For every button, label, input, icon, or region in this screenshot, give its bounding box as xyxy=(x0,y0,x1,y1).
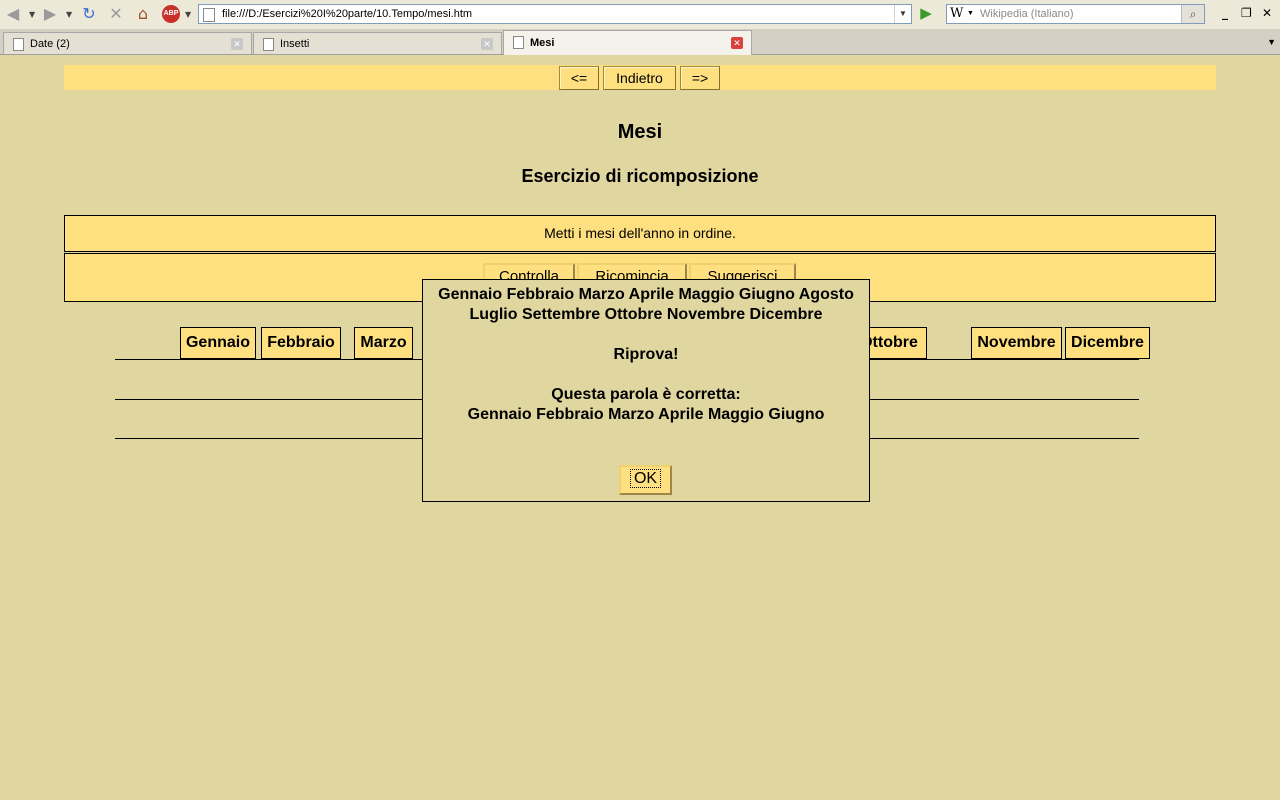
instruction-text: Metti i mesi dell'anno in ordine. xyxy=(64,215,1216,252)
dialog-result: Riprova! xyxy=(613,346,679,363)
close-icon[interactable]: ✕ xyxy=(731,37,743,49)
page-title: Mesi xyxy=(617,121,663,143)
dialog-answer-line1: Gennaio Febbraio Marzo Aprile Maggio Giu… xyxy=(438,286,854,303)
tab-label: Insetti xyxy=(280,38,310,50)
word-tile[interactable]: Novembre xyxy=(971,327,1062,359)
ok-button-label: OK xyxy=(629,469,662,488)
page-icon xyxy=(203,8,215,22)
page-subtitle: Esercizio di ricomposizione xyxy=(521,166,759,186)
ok-button[interactable]: OK xyxy=(619,465,672,495)
tab-date[interactable]: Date (2) ✕ xyxy=(3,32,252,54)
next-button[interactable]: => xyxy=(680,66,720,90)
close-icon[interactable]: ✕ xyxy=(481,38,493,50)
restore-icon[interactable]: ❐ xyxy=(1241,6,1252,20)
word-tile[interactable]: Gennaio xyxy=(180,327,256,359)
close-icon[interactable]: ✕ xyxy=(231,38,243,50)
search-input[interactable]: Wikipedia (Italiano) xyxy=(980,8,1074,20)
address-text[interactable]: file:///D:/Esercizi%20I%20parte/10.Tempo… xyxy=(222,8,472,20)
home-icon[interactable]: ⌂ xyxy=(134,5,152,23)
search-icon[interactable]: ⌕ xyxy=(1181,5,1204,23)
wikipedia-icon[interactable]: W xyxy=(950,6,963,21)
browser-toolbar: ◀ ▼ ▶ ▼ ↻ ✕ ⌂ ABP ▼ file:///D:/Esercizi%… xyxy=(0,0,1280,30)
tab-label: Mesi xyxy=(530,37,555,49)
page-icon xyxy=(513,36,524,49)
stop-icon[interactable]: ✕ xyxy=(107,5,125,23)
dialog-correct-part: Gennaio Febbraio Marzo Aprile Maggio Giu… xyxy=(467,406,825,423)
back-history-chevron-icon[interactable]: ▼ xyxy=(29,10,35,19)
tab-mesi[interactable]: Mesi ✕ xyxy=(503,30,752,55)
tab-label: Date (2) xyxy=(30,38,70,50)
word-tile[interactable]: Dicembre xyxy=(1065,327,1150,359)
address-dropdown-icon[interactable]: ▼ xyxy=(894,5,911,23)
search-engine-chevron-icon[interactable]: ▼ xyxy=(967,10,974,17)
adblock-icon[interactable]: ABP xyxy=(162,5,180,23)
page-icon xyxy=(13,38,24,51)
forward-arrow-icon[interactable]: ▶ xyxy=(41,5,59,23)
page-icon xyxy=(263,38,274,51)
tab-bar: Date (2) ✕ Insetti ✕ Mesi ✕ ▼ xyxy=(0,29,1280,55)
go-icon[interactable]: ▶ xyxy=(917,5,935,23)
address-bar[interactable]: file:///D:/Esercizi%20I%20parte/10.Tempo… xyxy=(198,4,912,24)
close-window-icon[interactable]: ✕ xyxy=(1262,6,1272,20)
tab-insetti[interactable]: Insetti ✕ xyxy=(253,32,502,54)
search-box[interactable]: W ▼ Wikipedia (Italiano) ⌕ xyxy=(946,4,1205,24)
word-tile[interactable]: Marzo xyxy=(354,327,413,359)
tab-list-chevron-icon[interactable]: ▼ xyxy=(1267,37,1276,47)
dialog-correct-label: Questa parola è corretta: xyxy=(551,386,741,403)
forward-history-chevron-icon[interactable]: ▼ xyxy=(66,10,72,19)
adblock-menu-chevron-icon[interactable]: ▼ xyxy=(185,10,191,19)
word-tile[interactable]: Febbraio xyxy=(261,327,341,359)
prev-button[interactable]: <= xyxy=(559,66,599,90)
minimize-icon[interactable]: _ xyxy=(1222,6,1228,20)
reload-icon[interactable]: ↻ xyxy=(80,5,98,23)
dialog-answer-line2: Luglio Settembre Ottobre Novembre Dicemb… xyxy=(469,306,823,323)
back-button[interactable]: Indietro xyxy=(603,66,676,90)
back-arrow-icon[interactable]: ◀ xyxy=(4,5,22,23)
